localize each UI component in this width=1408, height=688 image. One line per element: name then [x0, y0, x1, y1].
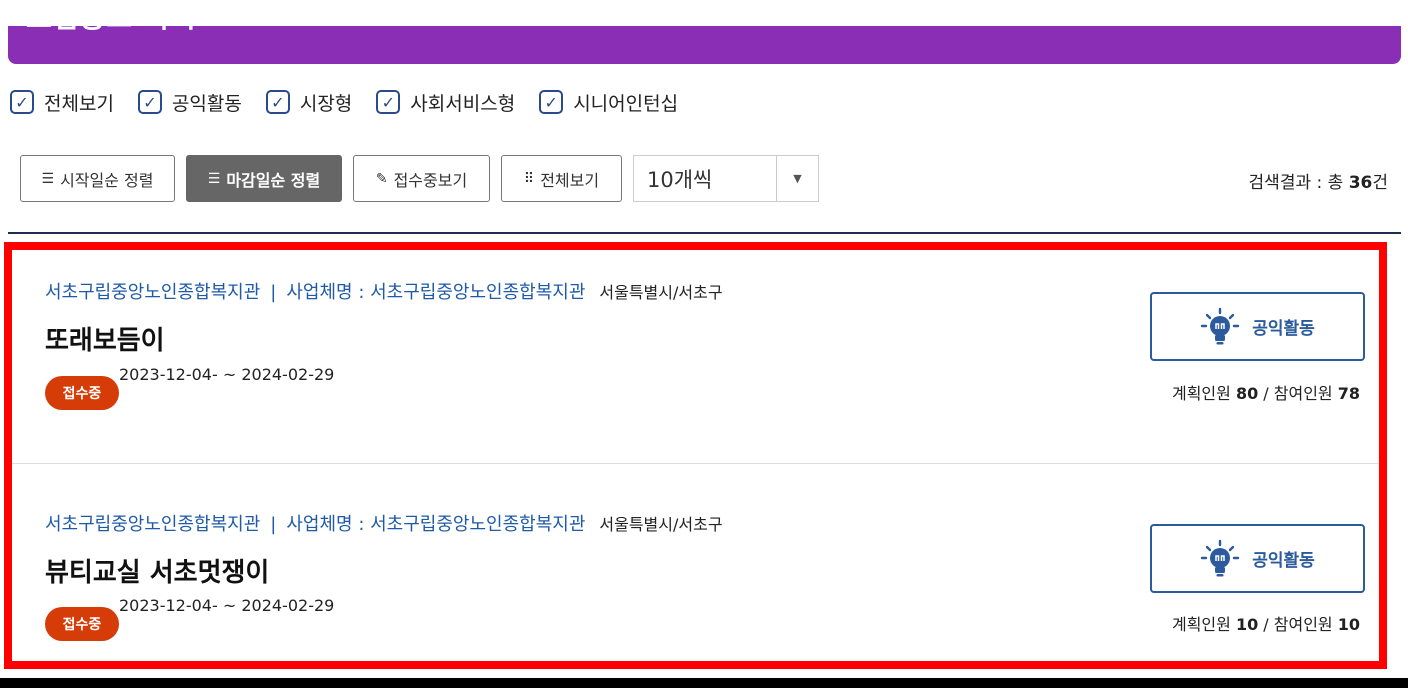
checkbox-checked-icon[interactable]: ✓	[137, 90, 162, 114]
checkbox-checked-icon[interactable]: ✓	[10, 90, 34, 114]
checkbox-checked-icon[interactable]: ✓	[265, 90, 290, 114]
posting-meta: 서초구립중앙노인종합복지관 | 사업체명 : 서초구립중앙노인종합복지관 서울특별시/…	[45, 282, 723, 303]
posting-title[interactable]: 또래보듬이	[45, 320, 165, 357]
chevron-down-icon[interactable]: ▼	[776, 156, 818, 201]
status-badge: 접수중	[45, 607, 119, 641]
category-filters: ✓ 전체보기 ✓ 공익활동 ✓ 시장형 ✓ 사회서비스형 ✓ 시니어인턴십	[10, 88, 702, 116]
lightbulb-icon	[1201, 539, 1240, 576]
bottom-edge	[0, 678, 1408, 688]
filter-market-type[interactable]: ✓ 시장형	[265, 89, 352, 116]
checkbox-checked-icon[interactable]: ✓	[376, 90, 401, 114]
list-icon: ☰	[207, 170, 221, 187]
pencil-icon: ✎	[375, 170, 388, 187]
headcount-info: 계획인원 10 / 참여인원 10	[1171, 615, 1360, 634]
posting-card[interactable]: 서초구립중앙노인종합복지관 | 사업체명 : 서초구립중앙노인종합복지관 서울특별시/…	[12, 465, 1379, 662]
list-toolbar: ☰ 시작일순 정렬 ☰ 마감일순 정렬 ✎ 접수중보기 ⠿ 전체보기 10개씩 …	[20, 155, 819, 202]
activity-type-button[interactable]: 공익활동	[1150, 292, 1365, 361]
posting-card[interactable]: 서초구립중앙노인종합복지관 | 사업체명 : 서초구립중앙노인종합복지관 서울특별시/…	[12, 250, 1379, 464]
checkbox-checked-icon[interactable]: ✓	[539, 90, 564, 114]
posting-period: 2023-12-04- ~ 2024-02-29	[119, 596, 335, 615]
filter-social-service[interactable]: ✓ 사회서비스형	[376, 89, 515, 116]
status-badge: 접수중	[45, 376, 119, 410]
activity-type-button[interactable]: 공익활동	[1150, 524, 1365, 593]
filter-all[interactable]: ✓ 전체보기	[10, 89, 114, 116]
filter-senior-internship[interactable]: ✓ 시니어인턴십	[539, 89, 678, 116]
headcount-info: 계획인원 80 / 참여인원 78	[1171, 384, 1360, 403]
sort-by-deadline-button[interactable]: ☰ 마감일순 정렬	[186, 155, 342, 202]
posting-period: 2023-12-04- ~ 2024-02-29	[119, 365, 335, 384]
list-icon: ☰	[41, 170, 55, 187]
show-receiving-button[interactable]: ✎ 접수중보기	[353, 155, 490, 202]
sort-by-start-button[interactable]: ☰ 시작일순 정렬	[20, 155, 175, 202]
viewport-top-edge	[0, 0, 1408, 26]
page-size-select[interactable]: 10개씩 ▼	[633, 155, 819, 202]
result-count: 검색결과 : 총 36건	[1248, 173, 1388, 193]
section-divider	[8, 232, 1401, 234]
posting-meta: 서초구립중앙노인종합복지관 | 사업체명 : 서초구립중앙노인종합복지관 서울특별시/…	[45, 514, 723, 535]
lightbulb-icon	[1201, 307, 1240, 344]
posting-title[interactable]: 뷰티교실 서초멋쟁이	[45, 552, 269, 589]
view-all-button[interactable]: ⠿ 전체보기	[501, 155, 622, 202]
grid-icon: ⠿	[523, 170, 535, 187]
filter-public-activity[interactable]: ✓ 공익활동	[137, 89, 242, 116]
